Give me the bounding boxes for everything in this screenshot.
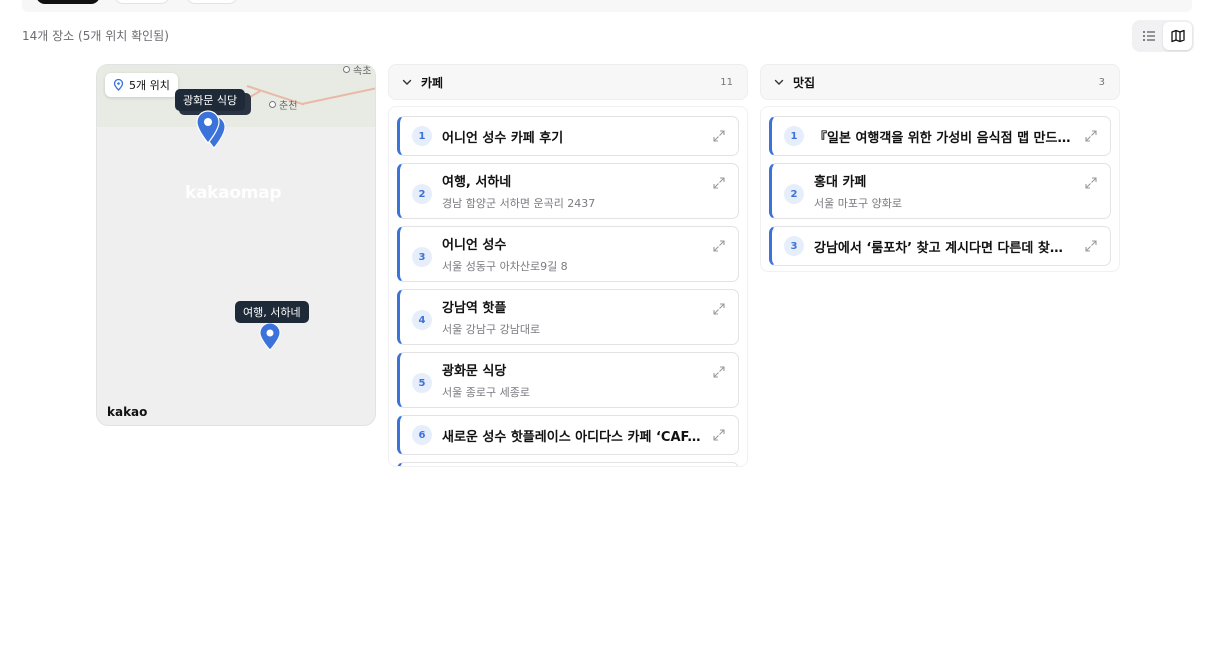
map-view-button[interactable] bbox=[1163, 22, 1192, 50]
kakao-logo: kakao bbox=[107, 405, 148, 419]
place-card[interactable]: 5 광화문 식당 서울 종로구 세종로 bbox=[397, 352, 739, 408]
place-card[interactable]: 6 새로운 성수 핫플레이스 아디다스 카페 ‘CAF... bbox=[397, 415, 739, 455]
view-toggle bbox=[1132, 20, 1194, 52]
map-pin-icon[interactable] bbox=[195, 110, 221, 144]
place-name: 어니언 성수 카페 후기 bbox=[442, 130, 564, 146]
category-column-cafe: 카페 11 1 어니언 성수 카페 후기 2 여행, 서하네 경남 함양군 서하… bbox=[388, 64, 748, 467]
map-icon bbox=[1170, 29, 1185, 43]
expand-icon[interactable] bbox=[1084, 129, 1098, 143]
category-count: 3 bbox=[1098, 76, 1105, 88]
location-count-label: 5개 위치 bbox=[129, 79, 170, 92]
place-number: 3 bbox=[412, 247, 432, 267]
place-number: 2 bbox=[412, 184, 432, 204]
place-number: 4 bbox=[412, 310, 432, 330]
expand-icon[interactable] bbox=[712, 239, 726, 253]
place-name: 강남에서 ‘룸포차’ 찾고 계시다면 다른데 찾지 ... bbox=[814, 240, 1074, 256]
place-number: 5 bbox=[412, 373, 432, 393]
list-icon bbox=[1142, 31, 1155, 41]
place-card[interactable]: 2 여행, 서하네 경남 함양군 서하면 운곡리 2437 bbox=[397, 163, 739, 219]
expand-icon[interactable] bbox=[712, 302, 726, 316]
expand-icon[interactable] bbox=[712, 176, 726, 190]
place-address: 경남 함양군 서하면 운곡리 2437 bbox=[442, 197, 596, 210]
expand-icon[interactable] bbox=[1084, 239, 1098, 253]
map-city-label: 속초 bbox=[343, 65, 371, 77]
place-card[interactable]: 1 『일본 여행객을 위한 가성비 음식점 맵 만드는 ... bbox=[769, 116, 1111, 156]
place-name: 『일본 여행객을 위한 가성비 음식점 맵 만드는 ... bbox=[814, 130, 1074, 146]
place-address: 서울 종로구 세종로 bbox=[442, 386, 530, 399]
place-card-partial[interactable] bbox=[397, 462, 739, 466]
place-number: 1 bbox=[784, 126, 804, 146]
place-card[interactable]: 4 강남역 핫플 서울 강남구 강남대로 bbox=[397, 289, 739, 345]
map-tooltip: 여행, 서하네 bbox=[235, 301, 309, 323]
expand-icon[interactable] bbox=[712, 129, 726, 143]
place-name: 홍대 카페 bbox=[814, 175, 867, 190]
place-address: 서울 마포구 양화로 bbox=[814, 197, 902, 210]
places-summary: 14개 장소 (5개 위치 확인됨) bbox=[22, 29, 169, 43]
category-title: 맛집 bbox=[793, 75, 816, 90]
place-name: 어니언 성수 bbox=[442, 238, 507, 253]
category-header[interactable]: 맛집 3 bbox=[760, 64, 1120, 100]
place-address: 서울 강남구 강남대로 bbox=[442, 323, 541, 336]
location-pin-icon bbox=[113, 79, 124, 91]
place-card[interactable]: 1 어니언 성수 카페 후기 bbox=[397, 116, 739, 156]
map-pin-icon[interactable] bbox=[259, 323, 281, 351]
place-list: 1 『일본 여행객을 위한 가성비 음식점 맵 만드는 ... 2 홍대 카페 … bbox=[760, 106, 1120, 272]
filter-chip-active[interactable] bbox=[36, 0, 100, 4]
category-title: 카페 bbox=[421, 75, 444, 90]
place-name: 새로운 성수 핫플레이스 아디다스 카페 ‘CAF... bbox=[442, 429, 702, 445]
map-panel[interactable]: 5개 위치 속초 춘천 kakaomap 광화문 식당 여행, 서하네 kaka… bbox=[96, 64, 376, 426]
expand-icon[interactable] bbox=[1084, 176, 1098, 190]
map-city-label: 춘천 bbox=[269, 97, 297, 112]
place-number: 2 bbox=[784, 184, 804, 204]
place-name: 여행, 서하네 bbox=[442, 175, 512, 190]
category-count: 11 bbox=[720, 76, 733, 88]
chevron-down-icon bbox=[773, 75, 787, 89]
map-tooltip: 광화문 식당 bbox=[175, 89, 246, 111]
place-name: 광화문 식당 bbox=[442, 364, 507, 379]
place-card[interactable]: 3 어니언 성수 서울 성동구 아차산로9길 8 bbox=[397, 226, 739, 282]
category-header[interactable]: 카페 11 bbox=[388, 64, 748, 100]
category-column-restaurant: 맛집 3 1 『일본 여행객을 위한 가성비 음식점 맵 만드는 ... 2 홍… bbox=[760, 64, 1120, 272]
place-number: 6 bbox=[412, 425, 432, 445]
list-view-button[interactable] bbox=[1134, 22, 1163, 50]
map-watermark: kakaomap bbox=[185, 183, 282, 203]
place-number: 3 bbox=[784, 236, 804, 256]
place-number: 1 bbox=[412, 126, 432, 146]
place-address: 서울 성동구 아차산로9길 8 bbox=[442, 260, 568, 273]
filter-chip[interactable] bbox=[114, 0, 170, 4]
place-name: 강남역 핫플 bbox=[442, 301, 507, 316]
place-list: 1 어니언 성수 카페 후기 2 여행, 서하네 경남 함양군 서하면 운곡리 … bbox=[388, 106, 748, 467]
place-card[interactable]: 2 홍대 카페 서울 마포구 양화로 bbox=[769, 163, 1111, 219]
expand-icon[interactable] bbox=[712, 365, 726, 379]
location-count-badge: 5개 위치 bbox=[105, 73, 178, 97]
place-card[interactable]: 3 강남에서 ‘룸포차’ 찾고 계시다면 다른데 찾지 ... bbox=[769, 226, 1111, 266]
chevron-down-icon bbox=[401, 75, 415, 89]
filter-chip[interactable] bbox=[186, 0, 238, 4]
expand-icon[interactable] bbox=[712, 428, 726, 442]
